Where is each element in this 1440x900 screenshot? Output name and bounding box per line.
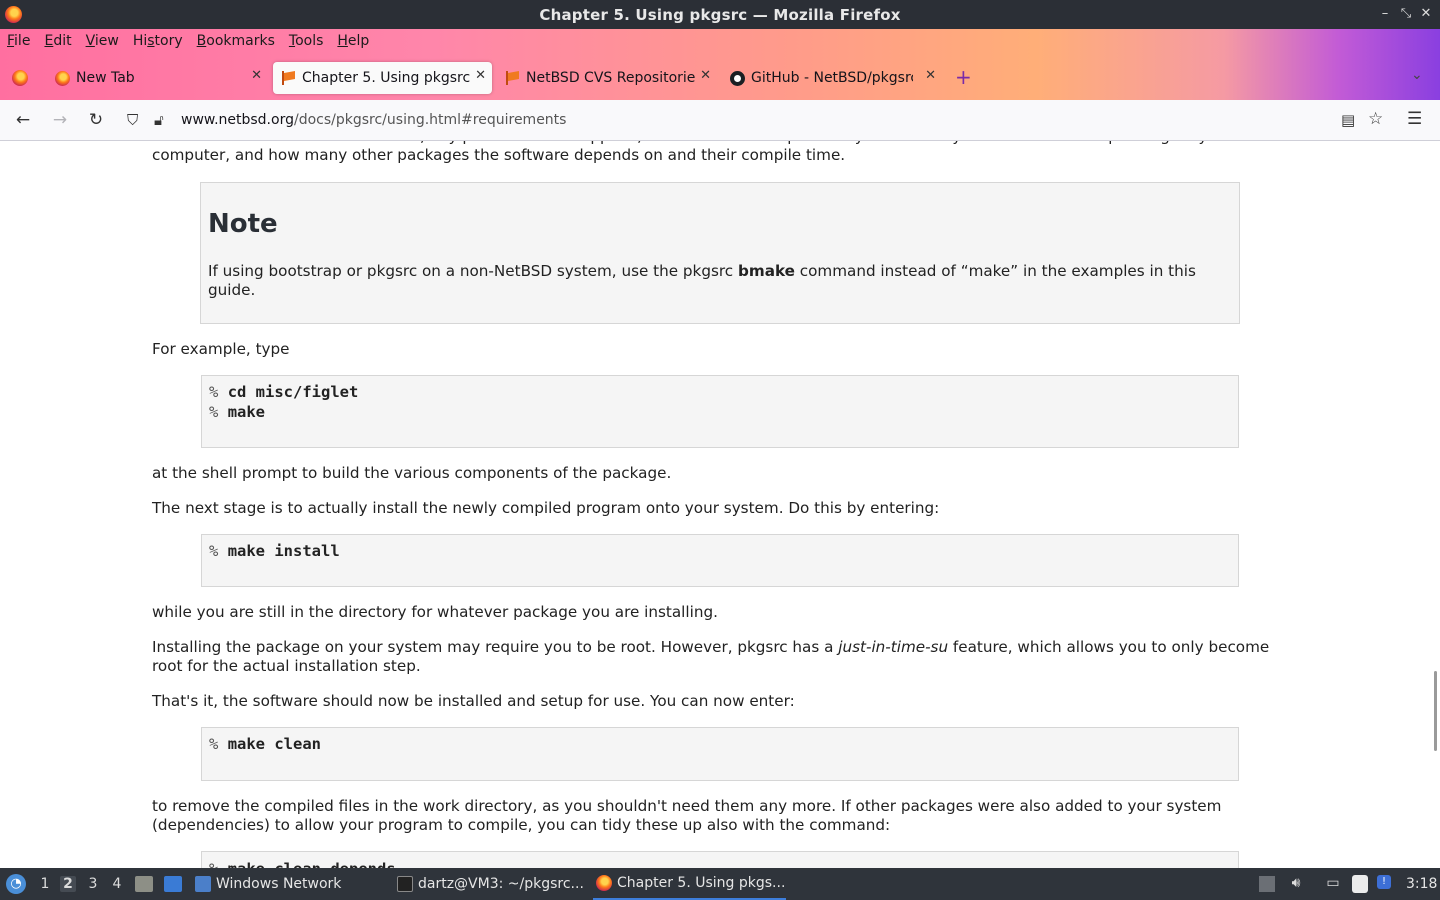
paragraph-example: For example, type xyxy=(152,340,290,358)
workspace-4[interactable]: 4 xyxy=(109,876,125,892)
reload-icon[interactable]: ↻ xyxy=(86,110,106,130)
code-block-clean-depends: % make clean-depends xyxy=(201,851,1239,868)
tab-new-tab[interactable]: New Tab ✕ xyxy=(48,62,268,94)
tray-upload-icon[interactable] xyxy=(1259,876,1275,892)
workspace-3[interactable]: 3 xyxy=(85,876,101,892)
paragraph-remove: to remove the compiled files in the work… xyxy=(152,797,1222,834)
command-make-clean-depends: make clean-depends xyxy=(228,860,396,868)
clock: 3:18 xyxy=(1406,876,1438,892)
menu-file[interactable]: File xyxy=(0,29,37,54)
menu-view[interactable]: View xyxy=(79,29,126,54)
tab-label: GitHub - NetBSD/pkgsrc: xyxy=(751,70,913,86)
bmake-command: bmake xyxy=(738,262,795,280)
minimize-icon[interactable]: – xyxy=(1377,6,1393,21)
terminal-icon xyxy=(397,876,413,892)
menu-tools[interactable]: Tools xyxy=(282,29,331,54)
workspace-2[interactable]: 2 xyxy=(60,876,76,892)
clipboard-icon[interactable] xyxy=(1352,875,1368,893)
command-make-install: make install xyxy=(227,542,340,560)
page-content: Once the software has downloaded, any pa… xyxy=(0,141,1440,868)
reader-view-icon[interactable]: ▤ xyxy=(1341,111,1355,129)
code-block-install: % make install xyxy=(201,534,1239,587)
chevron-down-icon[interactable]: ⌄ xyxy=(1411,67,1423,83)
firefox-view-icon[interactable] xyxy=(12,70,28,86)
menu-edit[interactable]: Edit xyxy=(37,29,78,54)
note-box: Note If using bootstrap or pkgsrc on a n… xyxy=(200,182,1240,324)
command-make: make xyxy=(227,403,266,421)
folder-icon xyxy=(195,876,211,892)
paragraph-directory: while you are still in the directory for… xyxy=(152,603,718,621)
netbsd-flag-icon xyxy=(505,71,520,85)
volume-icon[interactable]: 🔊︎ xyxy=(1287,875,1305,893)
menu-help[interactable]: Help xyxy=(330,29,376,54)
command-cd: cd misc/figlet xyxy=(227,383,359,401)
back-arrow-icon[interactable]: ← xyxy=(13,110,33,130)
command-make-clean: make clean xyxy=(227,735,322,753)
vertical-scrollbar[interactable] xyxy=(1434,671,1437,751)
taskbar-window-label: Windows Network xyxy=(216,876,342,892)
navigation-bar: ← → ↻ ⛉ 🔓︎ www.netbsd.org/docs/pkgsrc/us… xyxy=(0,100,1440,141)
close-tab-icon[interactable]: ✕ xyxy=(251,68,262,83)
tab-github[interactable]: GitHub - NetBSD/pkgsrc: ✕ xyxy=(722,62,942,94)
tab-label: NetBSD CVS Repositories xyxy=(526,70,696,86)
note-body: If using bootstrap or pkgsrc on a non-Ne… xyxy=(208,262,1196,299)
taskbar-window-label: Chapter 5. Using pkgs... xyxy=(617,875,786,891)
just-in-time-su-term: just-in-time-su xyxy=(838,638,949,656)
github-icon xyxy=(730,70,745,86)
netbsd-flag-icon xyxy=(281,71,296,85)
url-path: /docs/pkgsrc/using.html#requirements xyxy=(293,112,567,128)
new-tab-plus-icon[interactable]: + xyxy=(955,65,972,89)
close-icon[interactable]: ✕ xyxy=(1418,6,1434,21)
hamburger-menu-icon[interactable]: ☰ xyxy=(1407,109,1422,129)
close-tab-icon[interactable]: ✕ xyxy=(925,68,936,83)
tab-cvs-repositories[interactable]: NetBSD CVS Repositories ✕ xyxy=(497,62,717,94)
paragraph-shell: at the shell prompt to build the various… xyxy=(152,464,672,482)
close-tab-icon[interactable]: ✕ xyxy=(475,68,486,83)
url-bar[interactable]: www.netbsd.org/docs/pkgsrc/using.html#re… xyxy=(181,112,566,128)
paragraph-compile: Once the software has downloaded, any pa… xyxy=(152,141,1233,164)
code-block-build: % cd misc/figlet % make xyxy=(201,375,1239,448)
file-manager-launcher-icon[interactable] xyxy=(135,876,153,892)
desktop-icon[interactable] xyxy=(164,876,182,892)
window-title: Chapter 5. Using pkgsrc — Mozilla Firefo… xyxy=(539,6,901,24)
tab-label: Chapter 5. Using pkgsrc xyxy=(302,70,471,86)
menu-history[interactable]: History xyxy=(126,29,190,54)
firefox-icon xyxy=(55,70,70,86)
restore-icon[interactable]: ⤡ xyxy=(1398,6,1414,21)
paragraph-next-stage: The next stage is to actually install th… xyxy=(152,499,940,517)
bookmark-star-icon[interactable]: ☆ xyxy=(1368,109,1383,129)
browser-toolbar-area: File Edit View History Bookmarks Tools H… xyxy=(0,29,1440,100)
forward-arrow-icon[interactable]: → xyxy=(50,110,70,130)
close-tab-icon[interactable]: ✕ xyxy=(700,68,711,83)
start-menu-icon[interactable]: ◔ xyxy=(6,874,26,894)
taskbar-window-firefox[interactable]: Chapter 5. Using pkgs... xyxy=(593,868,786,900)
site-lock-icon[interactable]: 🔓︎ xyxy=(154,111,164,129)
note-title: Note xyxy=(208,209,278,239)
tab-chapter5[interactable]: Chapter 5. Using pkgsrc ✕ xyxy=(273,62,492,94)
paragraph-root: Installing the package on your system ma… xyxy=(152,638,1270,675)
taskbar-window-terminal[interactable]: dartz@VM3: ~/pkgsrc... xyxy=(397,868,587,900)
taskbar: ◔ 1 2 3 4 Windows Network dartz@VM3: ~/p… xyxy=(0,868,1440,900)
taskbar-window-network[interactable]: Windows Network xyxy=(195,868,385,900)
taskbar-window-label: dartz@VM3: ~/pkgsrc... xyxy=(418,876,584,892)
window-titlebar: Chapter 5. Using pkgsrc — Mozilla Firefo… xyxy=(0,0,1440,29)
menubar: File Edit View History Bookmarks Tools H… xyxy=(0,29,376,54)
menu-bookmarks[interactable]: Bookmarks xyxy=(190,29,282,54)
firefox-icon xyxy=(596,875,612,891)
workspace-1[interactable]: 1 xyxy=(37,876,53,892)
code-block-clean: % make clean xyxy=(201,727,1239,781)
tracking-shield-icon[interactable]: ⛉ xyxy=(127,111,138,129)
paragraph-thats-it: That's it, the software should now be in… xyxy=(152,692,795,710)
notification-icon[interactable]: ! xyxy=(1377,875,1391,889)
tab-label: New Tab xyxy=(76,70,135,86)
network-icon[interactable]: ▭ xyxy=(1324,875,1342,893)
url-host: www.netbsd.org xyxy=(181,112,294,128)
